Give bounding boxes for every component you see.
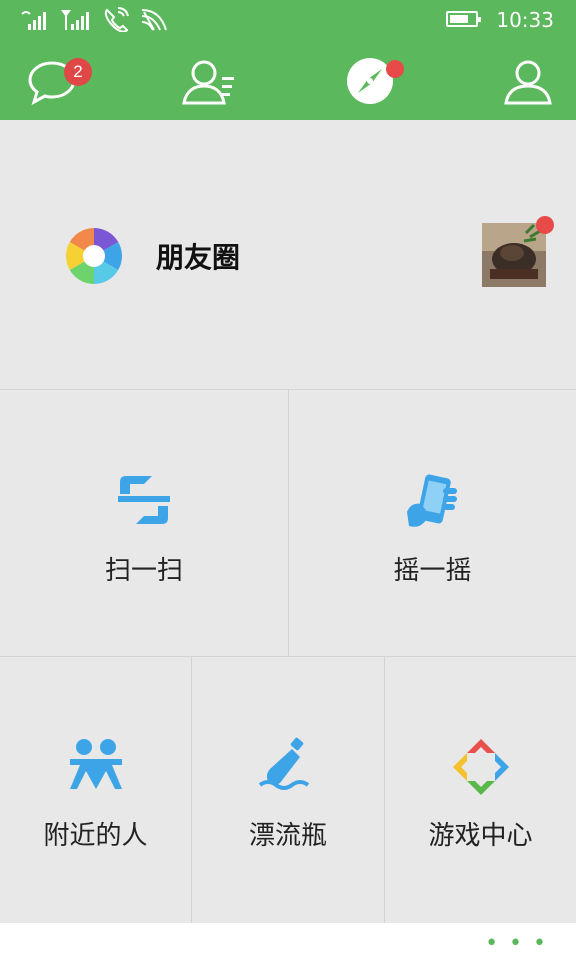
tab-contacts[interactable] xyxy=(166,45,256,120)
scan-icon xyxy=(118,476,170,524)
game-center-label: 游戏中心 xyxy=(428,821,533,851)
shake-tile[interactable]: 摇一摇 xyxy=(289,390,576,656)
moments-label: 朋友圈 xyxy=(156,241,241,274)
scan-label: 扫一扫 xyxy=(104,556,183,586)
more-button[interactable]: • • • xyxy=(485,931,548,956)
status-bar: 10:33 xyxy=(0,0,576,40)
scan-tile[interactable]: 扫一扫 xyxy=(0,390,288,656)
avatar xyxy=(482,223,546,287)
people-nearby-icon xyxy=(70,739,122,789)
people-nearby-label: 附近的人 xyxy=(43,821,148,851)
wifi-calling-icon xyxy=(104,7,129,32)
moments-row[interactable]: 朋友圈 xyxy=(0,120,576,390)
tab-me[interactable] xyxy=(486,45,576,120)
top-bar: 10:33 2 xyxy=(0,0,576,120)
people-nearby-tile[interactable]: 附近的人 xyxy=(0,657,191,923)
drift-bottle-label: 漂流瓶 xyxy=(248,821,327,851)
drift-bottle-tile[interactable]: 漂流瓶 xyxy=(192,657,384,923)
game-center-icon xyxy=(453,739,509,795)
tab-chats[interactable]: 2 xyxy=(8,45,98,120)
discover-dot xyxy=(386,60,404,78)
bottom-app-bar: • • • xyxy=(0,923,576,960)
signal-icon xyxy=(21,11,46,30)
moments-aperture-icon xyxy=(66,228,122,284)
game-center-tile[interactable]: 游戏中心 xyxy=(385,657,576,923)
person-icon xyxy=(504,60,552,105)
signal-no-sim-icon xyxy=(61,10,89,30)
moments-new-dot xyxy=(536,216,554,234)
tab-bar: 2 xyxy=(0,45,576,120)
status-time: 10:33 xyxy=(496,8,554,32)
tab-discover[interactable] xyxy=(328,45,418,120)
drift-bottle-icon xyxy=(258,737,310,790)
battery-fill xyxy=(450,15,468,23)
contacts-icon xyxy=(182,60,234,105)
shake-phone-icon xyxy=(407,474,457,527)
shake-label: 摇一摇 xyxy=(393,556,472,586)
wifi-icon xyxy=(141,9,167,31)
chats-badge: 2 xyxy=(64,58,92,86)
battery-icon xyxy=(446,11,481,27)
